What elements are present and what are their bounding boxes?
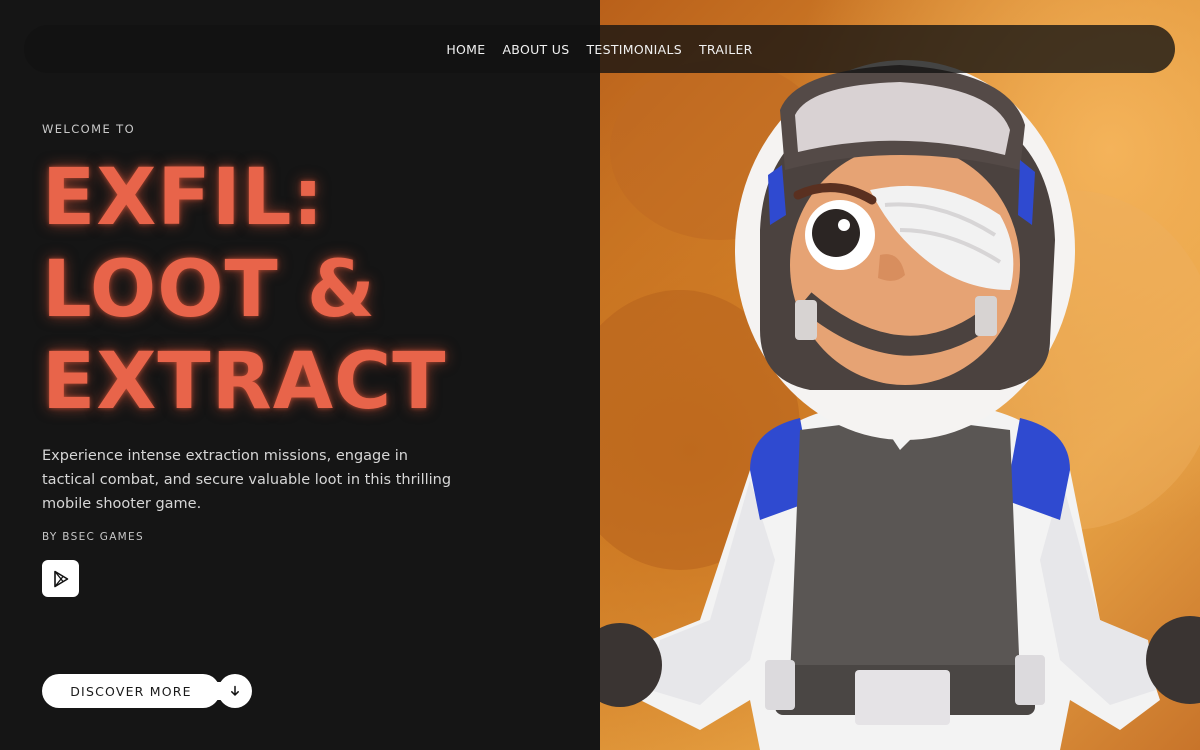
google-play-button[interactable] xyxy=(42,560,79,597)
top-navigation-bar: HOME ABOUT US TESTIMONIALS TRAILER xyxy=(24,25,1175,73)
hero-description: Experience intense extraction missions, … xyxy=(42,448,452,512)
arrow-down-icon xyxy=(231,685,239,696)
soldier-character-illustration xyxy=(600,60,1200,750)
publisher-byline: BY BSEC GAMES xyxy=(42,531,144,543)
hero-title-line-3: EXTRACT xyxy=(42,337,447,427)
discover-more-arrow xyxy=(218,674,252,708)
hero-title-line-1: EXFIL: xyxy=(42,153,325,243)
hero-eyebrow: WELCOME TO xyxy=(42,122,136,136)
hero-title: EXFIL: LOOT & EXTRACT xyxy=(42,152,562,428)
nav-link-trailer[interactable]: TRAILER xyxy=(699,42,753,57)
nav-link-testimonials[interactable]: TESTIMONIALS xyxy=(586,42,682,57)
nav-link-about-us[interactable]: ABOUT US xyxy=(502,42,569,57)
hero-title-line-2: LOOT & xyxy=(42,245,376,335)
google-play-icon xyxy=(53,570,68,587)
discover-more-label: DISCOVER MORE xyxy=(42,674,220,708)
hero-character-image xyxy=(600,0,1200,750)
nav-link-home[interactable]: HOME xyxy=(446,42,485,57)
discover-more-button[interactable]: DISCOVER MORE xyxy=(42,674,254,708)
